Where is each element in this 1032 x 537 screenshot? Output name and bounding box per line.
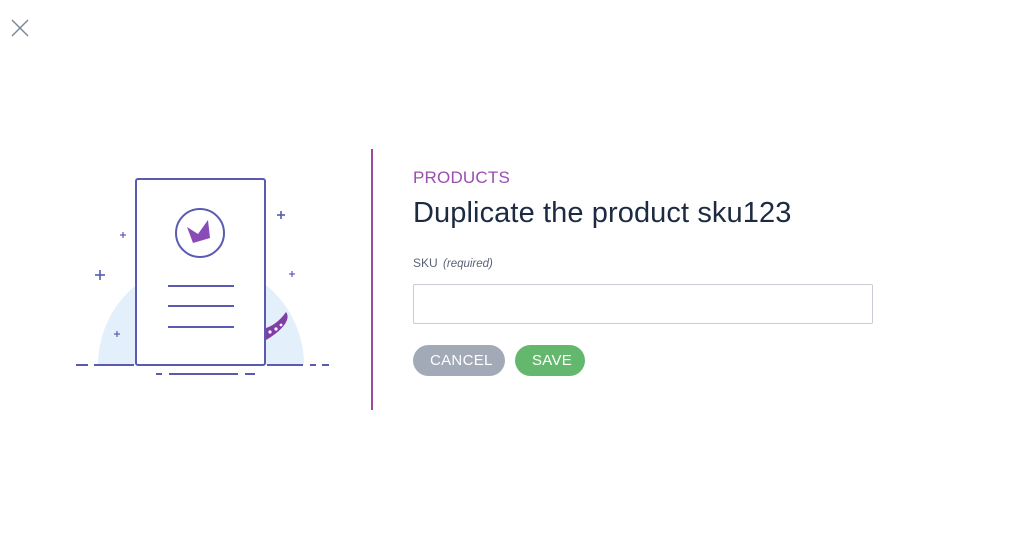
sku-input[interactable] [413,284,873,324]
vertical-divider [371,149,373,410]
close-icon [11,19,29,37]
form-actions: CANCEL SAVE [413,345,873,376]
sku-required-hint: (required) [443,258,493,270]
sku-label: SKU (required) [413,255,873,272]
section-eyebrow: PRODUCTS [413,168,510,187]
cancel-button[interactable]: CANCEL [413,345,505,376]
page-title: Duplicate the product sku123 [413,197,792,229]
document-illustration [70,170,340,385]
close-button[interactable] [9,17,31,39]
sku-label-text: SKU [413,256,438,270]
save-button[interactable]: SAVE [515,345,585,376]
duplicate-product-form: PRODUCTS Duplicate the product sku123 SK… [413,168,873,376]
